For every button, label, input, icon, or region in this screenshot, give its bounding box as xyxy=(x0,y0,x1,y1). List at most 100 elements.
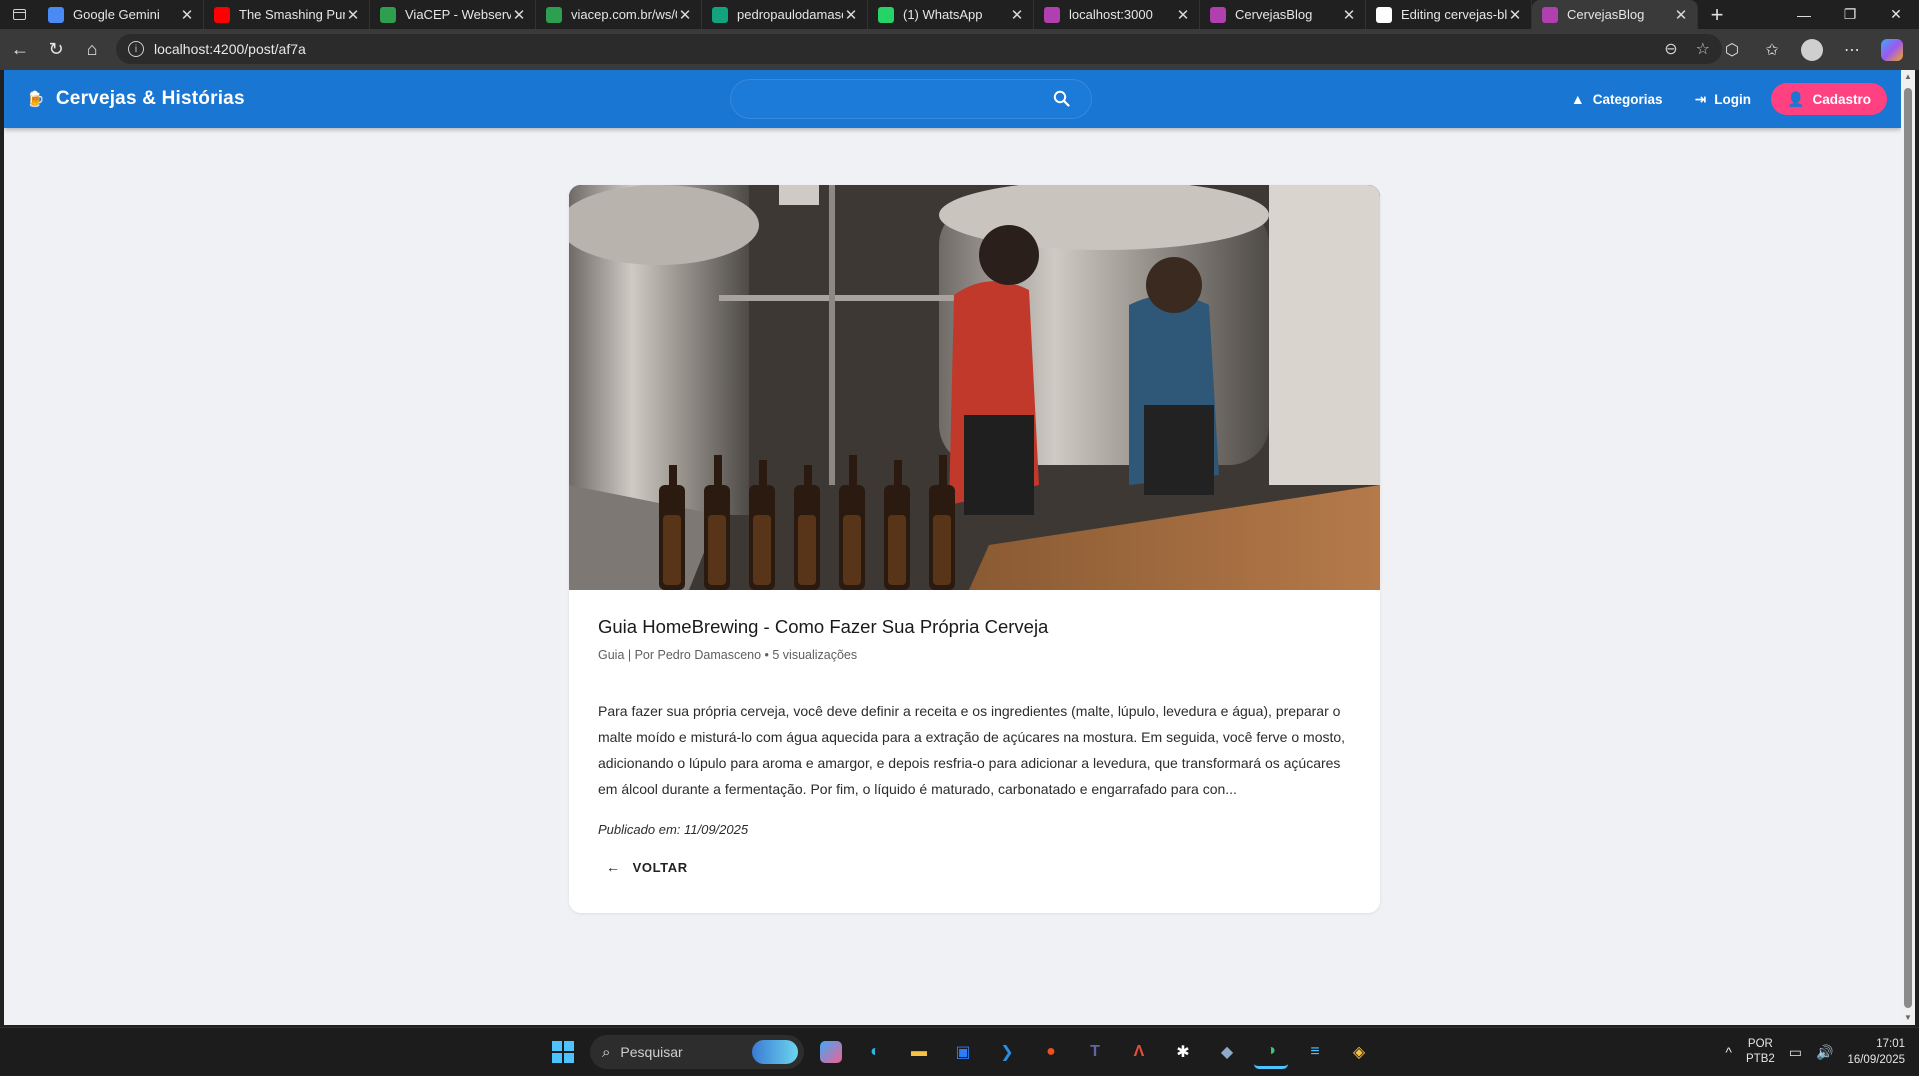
post-excerpt: Para fazer sua própria cerveja, você dev… xyxy=(598,703,1346,797)
clock[interactable]: 17:01 16/09/2025 xyxy=(1847,1036,1905,1068)
volume-icon[interactable]: 🔊 xyxy=(1816,1044,1833,1061)
window-controls: — ❐ ✕ xyxy=(1781,0,1919,29)
clock-time: 17:01 xyxy=(1876,1038,1905,1050)
system-tray: ^ POR PTB2 ▭ 🔊 17:01 16/09/2025 xyxy=(1725,1028,1905,1076)
clock-date: 16/09/2025 xyxy=(1847,1054,1905,1066)
close-tab-icon[interactable]: ✕ xyxy=(1341,6,1357,24)
restore-button[interactable]: ❐ xyxy=(1827,0,1873,29)
arrow-left-icon: ← xyxy=(606,859,621,875)
diamond-icon xyxy=(712,6,728,23)
login-link[interactable]: ⇥ Login xyxy=(1683,82,1763,116)
browser-tab[interactable]: pedropaulodamasce✕ xyxy=(702,0,868,29)
windows-taskbar: ⌕ Pesquisar ◐ ▬ ▣ ❯ ● T Λ ✱ ◆ ◑ ≡ ◈ ^ PO… xyxy=(0,1027,1919,1075)
tab-title: viacep.com.br/ws/0 xyxy=(571,7,677,22)
close-tab-icon[interactable]: ✕ xyxy=(1009,6,1025,24)
scroll-down-icon[interactable]: ▼ xyxy=(1903,1013,1913,1023)
close-tab-icon[interactable]: ✕ xyxy=(179,6,195,24)
browser-tab[interactable]: ViaCEP - Webservice✕ xyxy=(370,0,536,29)
tab-title: The Smashing Pump xyxy=(239,7,345,22)
file-explorer-icon[interactable]: ▬ xyxy=(902,1035,936,1069)
windows-logo-icon xyxy=(552,1041,574,1063)
tab-actions-menu[interactable] xyxy=(0,0,38,29)
categorias-link[interactable]: ▲ Categorias xyxy=(1559,82,1675,116)
extensions-icon[interactable]: ⬡ xyxy=(1715,34,1749,66)
home-button[interactable]: ⌂ xyxy=(74,34,110,66)
reload-button[interactable]: ↻ xyxy=(38,34,74,66)
copilot-button[interactable] xyxy=(1875,34,1909,66)
chevron-up-icon[interactable]: ^ xyxy=(1725,1044,1732,1060)
back-button[interactable]: ← VOLTAR xyxy=(606,859,688,875)
browser-tab[interactable]: The Smashing Pump✕ xyxy=(204,0,370,29)
edge-icon[interactable]: ◐ xyxy=(858,1035,892,1069)
viacep-icon xyxy=(380,6,396,23)
search-input[interactable] xyxy=(746,79,1046,119)
login-label: Login xyxy=(1714,91,1752,107)
close-tab-icon[interactable]: ✕ xyxy=(843,6,859,24)
page-scrollbar[interactable]: ▲ ▼ xyxy=(1901,70,1915,1025)
page-viewport: 🍺 Cervejas & Histórias ▲ Categorias ⇥ Lo… xyxy=(4,70,1901,1025)
notepad-icon[interactable]: ≡ xyxy=(1298,1035,1332,1069)
avatar xyxy=(1801,38,1823,61)
profile-button[interactable] xyxy=(1795,34,1829,66)
teams-icon[interactable]: T xyxy=(1078,1035,1112,1069)
browser-tab[interactable]: Editing cervejas-blo ✕ xyxy=(1366,0,1532,29)
favorite-star-icon[interactable]: ☆ xyxy=(1696,39,1710,59)
browser-tab[interactable]: (1) WhatsApp ✕ xyxy=(868,0,1034,29)
browser-tab[interactable]: CervejasBlog ✕ xyxy=(1200,0,1366,29)
browser-tab[interactable]: viacep.com.br/ws/0 ✕ xyxy=(536,0,702,29)
category-icon: ▲ xyxy=(1570,91,1585,107)
adobe-icon[interactable]: Λ xyxy=(1122,1035,1156,1069)
back-label: VOLTAR xyxy=(632,859,688,875)
zoom-icon[interactable]: ⊖ xyxy=(1664,39,1677,59)
more-menu-icon[interactable]: ⋯ xyxy=(1835,34,1869,66)
github-icon xyxy=(1376,6,1392,23)
header-nav: ▲ Categorias ⇥ Login 👤 Cadastro xyxy=(1559,70,1887,128)
search-icon[interactable] xyxy=(1053,90,1070,112)
browser-tabstrip: Google Gemini✕The Smashing Pump✕ViaCEP -… xyxy=(0,0,1919,29)
tab-actions-icon xyxy=(12,9,26,20)
copilot-icon xyxy=(1881,38,1903,61)
person-add-icon: 👤 xyxy=(1787,90,1805,107)
figma-icon[interactable]: ● xyxy=(1034,1035,1068,1069)
language-indicator[interactable]: POR PTB2 xyxy=(1746,1037,1775,1067)
github-desktop-icon[interactable]: ✱ xyxy=(1166,1035,1200,1069)
brand-link[interactable]: 🍺 Cervejas & Histórias xyxy=(26,70,245,128)
close-tab-icon[interactable]: ✕ xyxy=(345,6,361,24)
browser-tab[interactable]: CervejasBlog ✕ xyxy=(1532,0,1698,29)
back-nav-button[interactable]: ← xyxy=(2,34,38,66)
close-tab-icon[interactable]: ✕ xyxy=(677,6,693,24)
store-icon[interactable]: ▣ xyxy=(946,1035,980,1069)
close-tab-icon[interactable]: ✕ xyxy=(511,6,527,24)
edge-dev-icon[interactable]: ◑ xyxy=(1254,1035,1288,1069)
vscode-icon[interactable]: ❯ xyxy=(990,1035,1024,1069)
address-bar[interactable]: i localhost:4200/post/af7a ⊖ ☆ xyxy=(116,34,1722,64)
close-tab-icon[interactable]: ✕ xyxy=(1673,6,1689,24)
tab-title: pedropaulodamasce xyxy=(737,7,843,22)
search-box xyxy=(730,79,1092,119)
close-tab-icon[interactable]: ✕ xyxy=(1507,6,1523,24)
browser-tab[interactable]: localhost:3000 ✕ xyxy=(1034,0,1200,29)
post-body: Guia HomeBrewing - Como Fazer Sua Própri… xyxy=(598,590,1353,877)
minimize-button[interactable]: — xyxy=(1781,0,1827,29)
new-tab-button[interactable]: + xyxy=(1698,0,1736,29)
copilot-taskbar-icon[interactable] xyxy=(820,1041,842,1063)
scrollbar-thumb[interactable] xyxy=(1904,88,1912,1008)
postgres-icon[interactable]: ◆ xyxy=(1210,1035,1244,1069)
site-info-icon[interactable]: i xyxy=(128,41,144,57)
cadastro-button[interactable]: 👤 Cadastro xyxy=(1771,83,1887,115)
post-title: Guia HomeBrewing - Como Fazer Sua Própri… xyxy=(598,616,1049,637)
keyboard-layout: PTB2 xyxy=(1746,1053,1775,1065)
favorites-icon[interactable]: ✩ xyxy=(1755,34,1789,66)
start-button[interactable] xyxy=(546,1035,580,1069)
viacep-icon xyxy=(546,6,562,23)
url-text: localhost:4200/post/af7a xyxy=(154,41,306,57)
taskbar-search[interactable]: ⌕ Pesquisar xyxy=(590,1035,804,1069)
address-bar-actions: ⊖ ☆ xyxy=(1664,34,1710,64)
app-icon xyxy=(1210,6,1226,23)
network-icon[interactable]: ▭ xyxy=(1789,1044,1802,1061)
scroll-up-icon[interactable]: ▲ xyxy=(1903,72,1913,82)
git-kraken-icon[interactable]: ◈ xyxy=(1342,1035,1376,1069)
browser-tab[interactable]: Google Gemini ✕ xyxy=(38,0,204,29)
close-window-button[interactable]: ✕ xyxy=(1873,0,1919,29)
close-tab-icon[interactable]: ✕ xyxy=(1175,6,1191,24)
